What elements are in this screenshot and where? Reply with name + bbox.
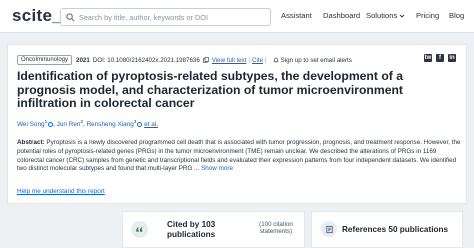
author-link[interactable]: Wei Song bbox=[17, 121, 45, 128]
nav-dashboard[interactable]: Dashboard bbox=[323, 11, 360, 20]
nav-solutions[interactable]: Solutions bbox=[366, 11, 405, 20]
logo-text: scite_ bbox=[12, 6, 63, 25]
search-box[interactable] bbox=[60, 8, 271, 26]
scite-logo[interactable]: scite_ bbox=[12, 6, 62, 26]
cited-by-count: Cited by 103 publications bbox=[167, 220, 216, 239]
abstract-text: Pyroptosis is a newly discovered program… bbox=[17, 139, 461, 173]
bell-icon bbox=[273, 57, 279, 63]
meta-separator-2: | bbox=[265, 56, 267, 64]
publication-year: 2021 bbox=[76, 56, 90, 64]
nav-blog-label: Blog bbox=[449, 11, 465, 20]
cited-by-panel[interactable]: Cited by 103 publications (100 citation … bbox=[122, 211, 305, 248]
twitter-icon[interactable]: tw bbox=[424, 54, 432, 62]
author-list: Wei Song1, Jun Ren2, Rensheng Xiang3 et … bbox=[17, 119, 158, 128]
social-share: tw f in bbox=[424, 54, 456, 62]
help-understand-report-link[interactable]: Help me understand this report bbox=[17, 188, 105, 195]
show-more-link[interactable]: Show more bbox=[201, 165, 233, 172]
journal-badge[interactable]: OncoImmunology bbox=[17, 55, 73, 65]
facebook-icon[interactable]: f bbox=[436, 54, 444, 62]
copy-icon[interactable] bbox=[202, 57, 209, 63]
author-profile-icon bbox=[137, 121, 143, 127]
et-al-link[interactable]: et al. bbox=[144, 121, 158, 128]
nav-dashboard-label: Dashboard bbox=[323, 11, 361, 20]
author-link[interactable]: Jun Ren bbox=[57, 121, 81, 128]
author-separator: , bbox=[53, 121, 55, 129]
nav-assistant[interactable]: Assistant bbox=[281, 11, 312, 20]
references-panel[interactable]: References 50 publications bbox=[311, 211, 463, 248]
author-affiliation: 3 bbox=[133, 119, 137, 124]
nav-assistant-label: Assistant bbox=[281, 11, 312, 20]
top-navigation-bar: scite_ Assistant Dashboard Solutions Pri… bbox=[0, 0, 474, 33]
article-title: Identification of pyroptosis-related sub… bbox=[17, 69, 403, 110]
search-input[interactable] bbox=[79, 12, 269, 22]
cite-link[interactable]: Cite bbox=[252, 57, 263, 64]
chevron-down-icon bbox=[399, 14, 405, 18]
references-icon bbox=[321, 221, 337, 237]
citation-statements: (100 citation statements) bbox=[259, 221, 293, 236]
quote-icon bbox=[131, 221, 148, 238]
nav-solutions-label: Solutions bbox=[366, 11, 398, 20]
author-link[interactable]: Rensheng Xiang bbox=[87, 121, 134, 128]
nav-blog[interactable]: Blog bbox=[449, 11, 464, 20]
abstract: Abstract: Pyroptosis is a newly discover… bbox=[17, 139, 463, 174]
linkedin-icon[interactable]: in bbox=[448, 54, 456, 62]
view-full-text-link[interactable]: View full text bbox=[212, 57, 247, 64]
search-icon bbox=[66, 12, 75, 21]
author-separator: , bbox=[83, 121, 85, 129]
references-count: References 50 publications bbox=[342, 225, 449, 234]
nav-pricing-label: Pricing bbox=[416, 11, 440, 20]
nav-pricing[interactable]: Pricing bbox=[416, 11, 439, 20]
email-alert-text: Sign up to set email alerts bbox=[280, 56, 352, 64]
meta-separator: | bbox=[248, 56, 251, 64]
article-card: OncoImmunology 2021 DOI: 10.1080/2162402… bbox=[7, 44, 467, 204]
article-meta: OncoImmunology 2021 DOI: 10.1080/2162402… bbox=[17, 55, 352, 65]
doi-text: DOI: 10.1080/2162402x.2021.1987636 bbox=[92, 56, 200, 64]
author-affiliation: 1 bbox=[44, 119, 48, 124]
email-alert-link[interactable]: Sign up to set email alerts bbox=[273, 57, 352, 64]
abstract-label: Abstract: bbox=[17, 139, 45, 146]
